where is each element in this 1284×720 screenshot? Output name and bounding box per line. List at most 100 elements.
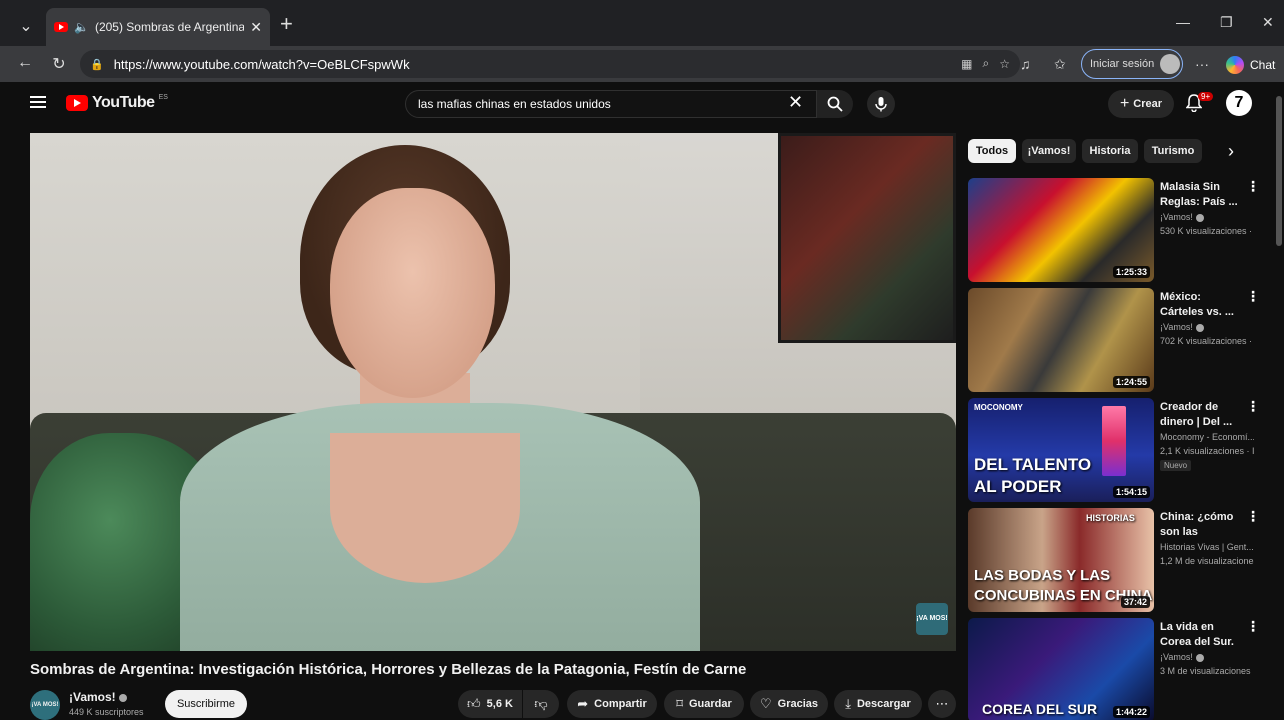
account-avatar[interactable]: 7 xyxy=(1226,90,1252,116)
more-actions-button[interactable]: ⋯ xyxy=(928,690,956,718)
chip-all[interactable]: Todos xyxy=(968,139,1016,163)
tab-close-icon[interactable]: ✕ xyxy=(250,19,262,36)
channel-name[interactable]: ¡Vamos! xyxy=(69,690,127,704)
minimize-icon[interactable]: — xyxy=(1176,14,1190,30)
chat-button[interactable]: Chat xyxy=(1226,56,1275,74)
tab-actions-menu-icon[interactable]: ⌄ xyxy=(12,12,40,40)
verified-icon xyxy=(1195,213,1204,222)
verified-icon xyxy=(118,693,127,702)
kebab-menu-icon[interactable]: ⋮ xyxy=(1246,178,1260,195)
save-button[interactable]: ⌑ Guardar xyxy=(664,690,744,718)
microphone-icon xyxy=(875,97,887,112)
recommendation-views: 702 K visualizaciones · xyxy=(1160,336,1253,346)
recommendation-title[interactable]: Creador de dinero | Del ... xyxy=(1160,400,1244,430)
favorites-icon[interactable]: ✩ xyxy=(1054,56,1066,73)
video-thumbnail[interactable]: 1:25:33 xyxy=(968,178,1154,282)
more-options-icon[interactable]: ··· xyxy=(1195,56,1209,72)
verified-icon xyxy=(1195,653,1204,662)
recommendation-views: 2,1 K visualizaciones · I xyxy=(1160,446,1254,456)
extensions-icon[interactable]: ♫ xyxy=(1020,56,1031,72)
duration-badge: 1:54:15 xyxy=(1112,486,1150,498)
browser-tab-active[interactable]: 🔈 (205) Sombras de Argentina: I ✕ xyxy=(46,8,270,46)
search-button[interactable] xyxy=(817,90,853,118)
video-player[interactable]: ¡VA MOS! xyxy=(30,133,956,651)
speaker-icon[interactable]: 🔈 xyxy=(74,20,89,34)
site-info-lock-icon[interactable]: 🔒 xyxy=(90,58,104,71)
duration-badge: 1:44:22 xyxy=(1112,706,1150,718)
verified-icon xyxy=(1195,323,1204,332)
signin-button[interactable]: Iniciar sesión xyxy=(1081,49,1183,79)
more-horizontal-icon: ⋯ xyxy=(935,696,949,711)
address-field[interactable]: 🔒 https://www.youtube.com/watch?v=OeBLCF… xyxy=(80,50,1020,78)
notification-count-badge: 9+ xyxy=(1198,92,1214,101)
back-arrow-icon[interactable]: ← xyxy=(14,54,36,72)
subscriber-count: 449 K suscriptores xyxy=(69,707,144,717)
chip-vamos[interactable]: ¡Vamos! xyxy=(1022,139,1076,163)
recommendation-title[interactable]: China: ¿cómo son las bodas,... xyxy=(1160,510,1244,540)
channel-avatar[interactable]: ¡VA MOS! xyxy=(30,690,60,720)
page-scrollbar[interactable] xyxy=(1276,96,1282,246)
chip-turismo[interactable]: Turismo xyxy=(1144,139,1202,163)
subscribe-button[interactable]: Suscribirme xyxy=(165,690,247,718)
recommendation-item[interactable]: MOCONOMY DEL TALENTO AL PODER 1:54:15 Cr… xyxy=(968,398,1268,502)
video-frame-painting xyxy=(778,133,956,343)
share-arrow-icon: ➦ xyxy=(577,696,589,711)
guide-menu-icon[interactable] xyxy=(30,96,46,108)
duration-badge: 1:25:33 xyxy=(1112,266,1150,278)
recommendation-channel-text: ¡Vamos! xyxy=(1160,322,1193,332)
window-close-icon[interactable]: ✕ xyxy=(1262,14,1274,31)
save-label: Guardar xyxy=(688,698,732,710)
video-frame-chest xyxy=(330,433,520,583)
video-thumbnail[interactable]: MOCONOMY DEL TALENTO AL PODER 1:54:15 xyxy=(968,398,1154,502)
channel-name-text: ¡Vamos! xyxy=(69,690,116,704)
video-thumbnail[interactable]: HISTORIAS LAS BODAS Y LAS CONCUBINAS EN … xyxy=(968,508,1154,612)
kebab-menu-icon[interactable]: ⋮ xyxy=(1246,288,1260,305)
channel-watermark[interactable]: ¡VA MOS! xyxy=(916,603,948,635)
recommendation-title[interactable]: La vida en Corea del Sur. ... xyxy=(1160,620,1244,650)
recommendation-title[interactable]: Malasia Sin Reglas: País ... xyxy=(1160,180,1244,210)
reload-icon[interactable]: ↻ xyxy=(48,54,70,74)
create-button[interactable]: + Crear xyxy=(1108,90,1174,118)
recommendation-title[interactable]: México: Cárteles vs. ... xyxy=(1160,290,1244,320)
recommendation-item[interactable]: 1:25:33 Malasia Sin Reglas: País ... ¡Va… xyxy=(968,178,1268,282)
recommendation-channel-text: ¡Vamos! xyxy=(1160,212,1193,222)
download-button[interactable]: ⤓ Descargar xyxy=(834,690,922,718)
thanks-button[interactable]: ♡ Gracias xyxy=(750,690,828,718)
search-input[interactable]: las mafias chinas en estados unidos xyxy=(405,90,817,118)
thanks-heart-icon: ♡ xyxy=(759,696,772,711)
recommendation-views: 530 K visualizaciones · xyxy=(1160,226,1253,236)
share-button[interactable]: ➦ Compartir xyxy=(567,690,657,718)
video-thumbnail[interactable]: COREA DEL SUR 1:44:22 xyxy=(968,618,1154,720)
thumbnail-headline-1: DEL TALENTO xyxy=(974,455,1092,474)
search-value: las mafias chinas en estados unidos xyxy=(418,97,611,111)
chip-historia[interactable]: Historia xyxy=(1082,139,1138,163)
kebab-menu-icon[interactable]: ⋮ xyxy=(1246,398,1260,415)
country-code: ES xyxy=(158,94,168,101)
like-button[interactable]: 👍︎ 5,6 K xyxy=(458,690,522,718)
dislike-button[interactable]: 👎︎ xyxy=(523,690,559,718)
voice-search-button[interactable] xyxy=(867,90,895,118)
kebab-menu-icon[interactable]: ⋮ xyxy=(1246,508,1260,525)
kebab-menu-icon[interactable]: ⋮ xyxy=(1246,618,1260,635)
recommendation-channel: Historias Vivas | Gent... xyxy=(1160,542,1254,552)
thumbs-down-icon: 👎︎ xyxy=(534,696,548,711)
restore-icon[interactable]: ❐ xyxy=(1220,14,1233,31)
url-text: https://www.youtube.com/watch?v=OeBLCFsp… xyxy=(113,56,410,72)
recommendation-item[interactable]: COREA DEL SUR 1:44:22 La vida en Corea d… xyxy=(968,618,1268,720)
profile-avatar-icon xyxy=(1160,54,1181,74)
favorite-star-icon[interactable]: ☆ xyxy=(999,57,1010,71)
youtube-logo[interactable]: YouTube ES xyxy=(66,94,168,112)
youtube-logo-text: YouTube xyxy=(92,94,155,111)
chips-next-chevron-icon[interactable]: › xyxy=(1228,141,1234,162)
reader-mode-icon[interactable]: ▦ xyxy=(961,57,972,71)
recommendation-channel: ¡Vamos! xyxy=(1160,652,1254,662)
search-clear-icon[interactable]: ✕ xyxy=(788,92,803,113)
video-thumbnail[interactable]: 1:24:55 xyxy=(968,288,1154,392)
thumbnail-tag: HISTORIAS xyxy=(1086,513,1135,523)
thumbnail-headline-2: AL PODER xyxy=(974,477,1062,496)
zoom-icon[interactable]: ⌕ xyxy=(983,56,990,71)
browser-tab-bar: ⌄ 🔈 (205) Sombras de Argentina: I ✕ + — … xyxy=(0,0,1284,46)
recommendation-item[interactable]: 1:24:55 México: Cárteles vs. ... ¡Vamos!… xyxy=(968,288,1268,392)
new-tab-button[interactable]: + xyxy=(280,13,293,35)
recommendation-item[interactable]: HISTORIAS LAS BODAS Y LAS CONCUBINAS EN … xyxy=(968,508,1268,612)
